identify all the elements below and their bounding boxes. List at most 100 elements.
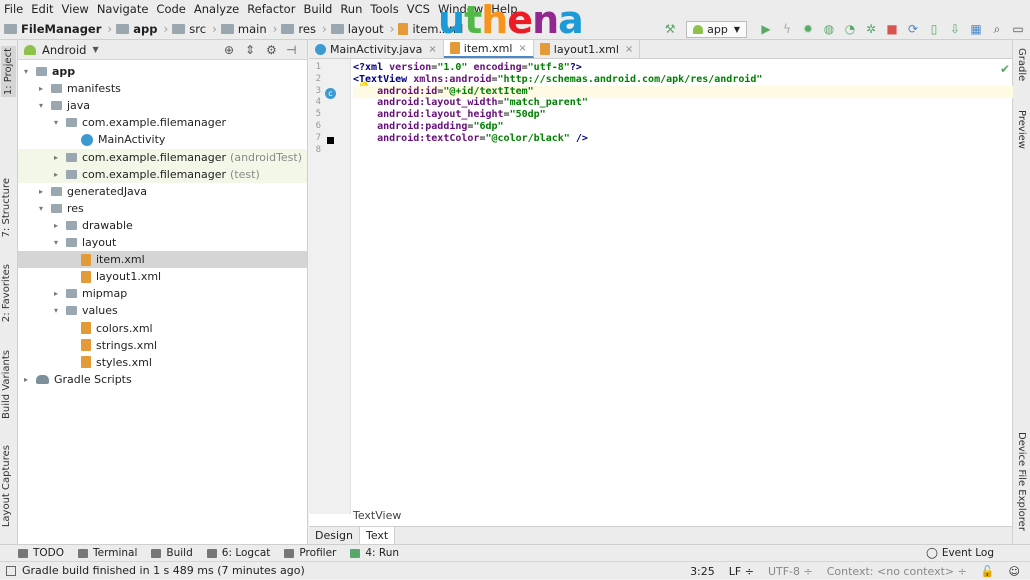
expanded-arrow-icon[interactable]: ▾ (54, 238, 64, 247)
editor-tab[interactable]: layout1.xml × (534, 40, 641, 58)
tree-item[interactable]: ▸ manifests (18, 80, 307, 97)
breadcrumb-layout[interactable]: layout › (330, 22, 394, 36)
tool-profiler[interactable]: Profiler (284, 547, 336, 559)
tree-item[interactable]: ▾ res (18, 200, 307, 217)
tree-item[interactable]: ▸ drawable (18, 217, 307, 234)
code-view[interactable]: 💡 <?xml version="1.0" encoding="utf-8"?>… (353, 59, 1013, 514)
chevron-down-icon[interactable]: ▼ (92, 45, 98, 54)
color-swatch-icon[interactable] (327, 137, 334, 144)
breadcrumb-main[interactable]: main › (220, 22, 277, 36)
window-icon[interactable] (6, 565, 16, 576)
project-view-select[interactable]: Android (42, 43, 86, 57)
tool-logcat[interactable]: 6: Logcat (206, 547, 270, 559)
menu-analyze[interactable]: Analyze (194, 2, 239, 16)
sdk-manager-icon[interactable]: ⇩ (947, 21, 963, 37)
tree-item[interactable]: ▾ com.example.filemanager (18, 114, 307, 131)
context-indicator[interactable]: Context: <no context> ÷ (827, 565, 967, 578)
close-icon[interactable]: × (625, 44, 633, 55)
lock-icon[interactable]: 🔓 (981, 565, 995, 578)
coverage-icon[interactable]: ◍ (821, 21, 837, 37)
avd-manager-icon[interactable]: ▯ (926, 21, 942, 37)
tree-item[interactable]: colors.xml (18, 320, 307, 337)
status-message[interactable]: Gradle build finished in 1 s 489 ms (7 m… (22, 564, 305, 577)
menu-build[interactable]: Build (303, 2, 332, 16)
inspector-icon[interactable]: ☺ (1009, 565, 1020, 578)
collapsed-arrow-icon[interactable]: ▸ (54, 221, 64, 230)
breadcrumb-app[interactable]: app › (116, 22, 168, 36)
project-structure-icon[interactable]: ▦ (968, 21, 984, 37)
tree-item[interactable]: ▸ Gradle Scripts (18, 371, 307, 388)
line-separator[interactable]: LF ÷ (729, 565, 754, 578)
tree-item[interactable]: ▸ generatedJava (18, 183, 307, 200)
collapsed-arrow-icon[interactable]: ▸ (54, 170, 64, 179)
collapsed-arrow-icon[interactable]: ▸ (54, 289, 64, 298)
class-marker-icon[interactable]: c (325, 88, 336, 99)
tool-tab-gradle[interactable]: Gradle (1016, 48, 1027, 81)
profile-icon[interactable]: ◔ (842, 21, 858, 37)
editor-breadcrumb[interactable]: TextView (353, 509, 401, 522)
sync-gradle-icon[interactable]: ⟳ (905, 21, 921, 37)
menu-file[interactable]: File (4, 2, 23, 16)
collapsed-arrow-icon[interactable]: ▸ (39, 84, 49, 93)
tool-tab-preview[interactable]: Preview (1016, 110, 1027, 149)
tab-design[interactable]: Design (309, 527, 360, 544)
tree-item[interactable]: ▸ com.example.filemanager (androidTest) (18, 148, 307, 166)
run-configuration-select[interactable]: app ▼ (686, 20, 747, 38)
tool-tab-structure[interactable]: 7: Structure (1, 178, 12, 237)
tree-item[interactable]: ▾ layout (18, 234, 307, 251)
hammer-icon[interactable]: ⚒ (662, 21, 678, 37)
collapsed-arrow-icon[interactable]: ▸ (24, 375, 34, 384)
locate-icon[interactable]: ⊕ (224, 43, 234, 57)
expanded-arrow-icon[interactable]: ▾ (54, 118, 64, 127)
menu-view[interactable]: View (62, 2, 89, 16)
tool-tab-favorites[interactable]: 2: Favorites (1, 264, 12, 322)
debug-icon[interactable]: ✹ (800, 21, 816, 37)
tree-item[interactable]: MainActivity (18, 131, 307, 148)
collapsed-arrow-icon[interactable]: ▸ (39, 187, 49, 196)
apply-changes-icon[interactable]: ϟ (779, 21, 795, 37)
close-icon[interactable]: × (428, 44, 436, 55)
tool-build[interactable]: Build (151, 547, 193, 559)
hide-icon[interactable]: ⊣ (286, 43, 296, 57)
expanded-arrow-icon[interactable]: ▾ (24, 67, 34, 76)
menu-code[interactable]: Code (156, 2, 185, 16)
tool-run[interactable]: 4: Run (350, 547, 399, 559)
stop-icon[interactable]: ■ (884, 21, 900, 37)
menu-vcs[interactable]: VCS (407, 2, 430, 16)
breadcrumb-project[interactable]: FileManager › (4, 22, 112, 36)
editor-tab[interactable]: MainActivity.java × (309, 40, 444, 58)
tab-text[interactable]: Text (359, 527, 396, 544)
editor-tab[interactable]: item.xml × (443, 40, 534, 58)
tree-item[interactable]: ▾ java (18, 97, 307, 114)
tree-item[interactable]: item.xml (18, 251, 307, 269)
menu-tools[interactable]: Tools (370, 2, 398, 16)
breadcrumb-src[interactable]: src › (172, 22, 217, 36)
tool-todo[interactable]: TODO (18, 547, 64, 559)
tool-tab-device-file-explorer[interactable]: Device File Explorer (1016, 432, 1027, 531)
collapse-icon[interactable]: ⇕ (245, 43, 255, 57)
tool-terminal[interactable]: Terminal (78, 547, 137, 559)
expanded-arrow-icon[interactable]: ▾ (39, 204, 49, 213)
tree-item[interactable]: ▸ mipmap (18, 285, 307, 302)
tree-item[interactable]: styles.xml (18, 354, 307, 371)
menu-edit[interactable]: Edit (31, 2, 53, 16)
run-icon[interactable]: ▶ (758, 21, 774, 37)
tree-item[interactable]: ▸ com.example.filemanager (test) (18, 165, 307, 183)
tool-tab-layout-captures[interactable]: Layout Captures (1, 445, 12, 527)
tree-item[interactable]: strings.xml (18, 337, 307, 354)
expanded-arrow-icon[interactable]: ▾ (54, 306, 64, 315)
attach-debugger-icon[interactable]: ✲ (863, 21, 879, 37)
layout-icon[interactable]: ▭ (1010, 21, 1026, 37)
tool-event-log[interactable]: ◯ Event Log (926, 547, 994, 559)
close-icon[interactable]: × (518, 43, 526, 54)
menu-navigate[interactable]: Navigate (97, 2, 149, 16)
tree-item[interactable]: ▾ app (18, 63, 307, 80)
gear-icon[interactable]: ⚙ (266, 43, 277, 57)
expanded-arrow-icon[interactable]: ▾ (39, 101, 49, 110)
menu-refactor[interactable]: Refactor (247, 2, 295, 16)
collapsed-arrow-icon[interactable]: ▸ (54, 153, 64, 162)
caret-position[interactable]: 3:25 (690, 565, 715, 578)
tree-item[interactable]: ▾ values (18, 302, 307, 319)
search-icon[interactable]: ⌕ (989, 21, 1005, 37)
tool-tab-project[interactable]: 1: Project (1, 46, 16, 98)
